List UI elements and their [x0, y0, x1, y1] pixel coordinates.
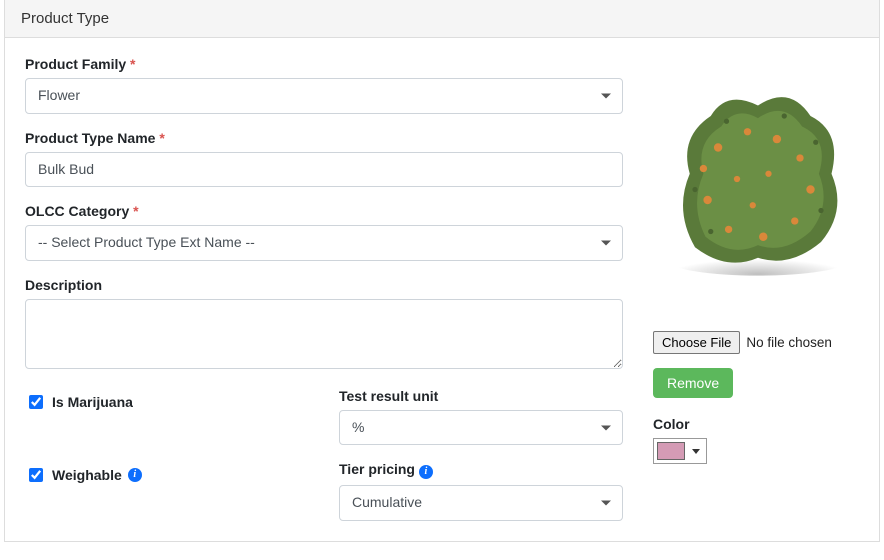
- product-family-select[interactable]: Flower: [25, 78, 623, 114]
- test-result-unit-label: Test result unit: [339, 388, 623, 404]
- product-family-label: Product Family *: [25, 56, 623, 72]
- required-asterisk: *: [130, 56, 135, 72]
- product-family-label-text: Product Family: [25, 56, 126, 72]
- product-type-name-label-text: Product Type Name: [25, 130, 155, 146]
- tier-pricing-label-text: Tier pricing: [339, 461, 415, 477]
- is-marijuana-check[interactable]: Is Marijuana: [25, 392, 309, 412]
- color-picker[interactable]: [653, 438, 707, 464]
- description-label: Description: [25, 277, 623, 293]
- olcc-category-select[interactable]: -- Select Product Type Ext Name --: [25, 225, 623, 261]
- product-image: [653, 74, 863, 284]
- test-result-unit-col: Test result unit %: [339, 388, 623, 446]
- chevron-down-icon: [692, 449, 700, 454]
- description-textarea[interactable]: [25, 299, 623, 369]
- product-family-group: Product Family * Flower: [25, 56, 623, 114]
- color-swatch: [657, 442, 685, 460]
- choose-file-button[interactable]: Choose File: [653, 331, 740, 354]
- olcc-category-select-wrap: -- Select Product Type Ext Name --: [25, 225, 623, 261]
- info-icon[interactable]: i: [419, 465, 433, 479]
- tier-pricing-select[interactable]: Cumulative: [339, 485, 623, 521]
- file-input-row: Choose File No file chosen: [653, 331, 863, 354]
- panel-body: Product Family * Flower Product Type Nam…: [5, 38, 879, 541]
- test-result-unit-select-wrap: %: [339, 410, 623, 446]
- product-type-name-input[interactable]: [25, 152, 623, 188]
- product-type-panel: Product Type Product Family * Flower Pro…: [4, 0, 880, 542]
- color-label: Color: [653, 416, 863, 432]
- product-type-name-label: Product Type Name *: [25, 130, 623, 146]
- weighable-checkbox[interactable]: [29, 468, 43, 482]
- required-asterisk: *: [133, 203, 138, 219]
- weighable-check[interactable]: Weighable i: [25, 465, 309, 485]
- weighable-col: Weighable i: [25, 461, 309, 521]
- olcc-category-label: OLCC Category *: [25, 203, 623, 219]
- tier-pricing-col: Tier pricing i Cumulative: [339, 461, 623, 521]
- olcc-category-group: OLCC Category * -- Select Product Type E…: [25, 203, 623, 261]
- product-family-select-wrap: Flower: [25, 78, 623, 114]
- row-weighable-tier: Weighable i Tier pricing i Cumulative: [25, 461, 623, 521]
- description-group: Description: [25, 277, 623, 372]
- is-marijuana-col: Is Marijuana: [25, 388, 309, 446]
- panel-title: Product Type: [5, 0, 879, 38]
- is-marijuana-label: Is Marijuana: [52, 394, 133, 410]
- is-marijuana-checkbox[interactable]: [29, 395, 43, 409]
- form-left-column: Product Family * Flower Product Type Nam…: [25, 56, 623, 521]
- info-icon[interactable]: i: [128, 468, 142, 482]
- product-type-name-group: Product Type Name *: [25, 130, 623, 188]
- required-asterisk: *: [159, 130, 164, 146]
- weighable-label: Weighable: [52, 467, 122, 483]
- remove-button[interactable]: Remove: [653, 368, 733, 398]
- olcc-category-label-text: OLCC Category: [25, 203, 129, 219]
- tier-pricing-select-wrap: Cumulative: [339, 485, 623, 521]
- test-result-unit-select[interactable]: %: [339, 410, 623, 446]
- right-column: Choose File No file chosen Remove Color: [653, 56, 863, 521]
- row-marijuana-testunit: Is Marijuana Test result unit %: [25, 388, 623, 446]
- tier-pricing-label: Tier pricing i: [339, 461, 623, 479]
- file-status-text: No file chosen: [746, 335, 832, 350]
